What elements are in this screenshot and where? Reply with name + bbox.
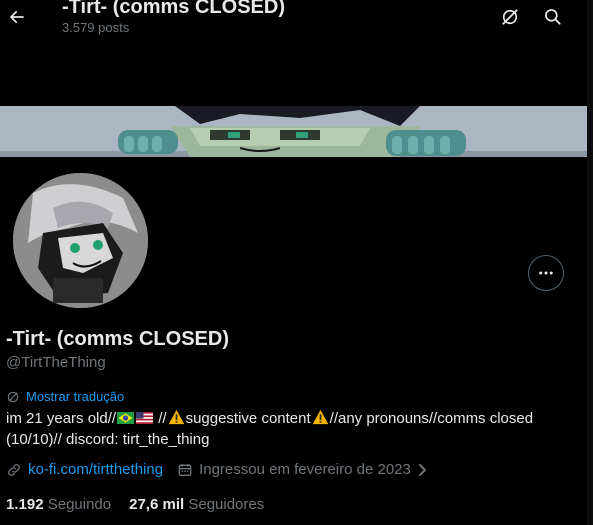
back-arrow-icon bbox=[10, 10, 24, 24]
post-count: 3.579 posts bbox=[62, 20, 130, 35]
banner-artwork bbox=[118, 106, 466, 157]
page-title: -Tirt- (comms CLOSED) bbox=[62, 0, 285, 18]
chevron-right-icon bbox=[418, 463, 427, 476]
website-link[interactable]: ko-fi.com/tirtthething bbox=[28, 461, 163, 478]
grok-icon bbox=[502, 9, 518, 25]
followers-count: 27,6 mil bbox=[129, 496, 185, 513]
show-translation-label: Mostrar tradução bbox=[26, 389, 125, 404]
globe-icon bbox=[7, 391, 19, 402]
scrollbar[interactable] bbox=[587, 0, 593, 525]
following-label: Seguindo bbox=[47, 496, 112, 513]
warning-emoji-icon bbox=[168, 409, 184, 425]
brazil-flag-icon bbox=[117, 412, 135, 424]
profile-banner[interactable] bbox=[0, 106, 587, 157]
joined-date[interactable]: Ingressou em fevereiro de 2023 bbox=[177, 461, 429, 478]
more-options-button[interactable] bbox=[528, 255, 564, 291]
following-stat[interactable]: 1.192 Seguindo bbox=[6, 496, 111, 513]
profile-meta: ko-fi.com/tirtthething Ingressou em feve… bbox=[6, 461, 429, 478]
usa-flag-icon bbox=[136, 412, 154, 424]
warning-emoji-icon bbox=[312, 409, 328, 425]
user-handle: @TirtTheThing bbox=[6, 354, 106, 371]
followers-label: Seguidores bbox=[188, 496, 265, 513]
following-count: 1.192 bbox=[6, 496, 44, 513]
avatar[interactable] bbox=[10, 170, 151, 311]
follow-stats: 1.192 Seguindo 27,6 mil Seguidores bbox=[6, 496, 264, 513]
calendar-icon bbox=[178, 463, 192, 476]
avatar-artwork bbox=[13, 173, 148, 308]
more-icon bbox=[539, 271, 553, 275]
header-title-block: -Tirt- (comms CLOSED) 3.579 posts bbox=[62, 0, 285, 35]
bio-text-1: im 21 years old// bbox=[6, 410, 117, 427]
bio-text-3: suggestive content bbox=[185, 410, 311, 427]
joined-label: Ingressou em fevereiro de 2023 bbox=[199, 461, 411, 478]
search-button[interactable] bbox=[542, 6, 564, 28]
search-icon bbox=[545, 9, 561, 25]
top-bar: -Tirt- (comms CLOSED) 3.579 posts bbox=[0, 0, 593, 48]
bio: im 21 years old// //suggestive content//… bbox=[6, 408, 576, 450]
show-translation-link[interactable]: Mostrar tradução bbox=[6, 389, 124, 404]
back-button[interactable] bbox=[6, 6, 28, 28]
link-icon bbox=[8, 463, 20, 476]
followers-stat[interactable]: 27,6 mil Seguidores bbox=[129, 496, 264, 513]
grok-button[interactable] bbox=[499, 6, 521, 28]
display-name: -Tirt- (comms CLOSED) bbox=[6, 328, 229, 350]
bio-text-2: // bbox=[154, 410, 167, 427]
